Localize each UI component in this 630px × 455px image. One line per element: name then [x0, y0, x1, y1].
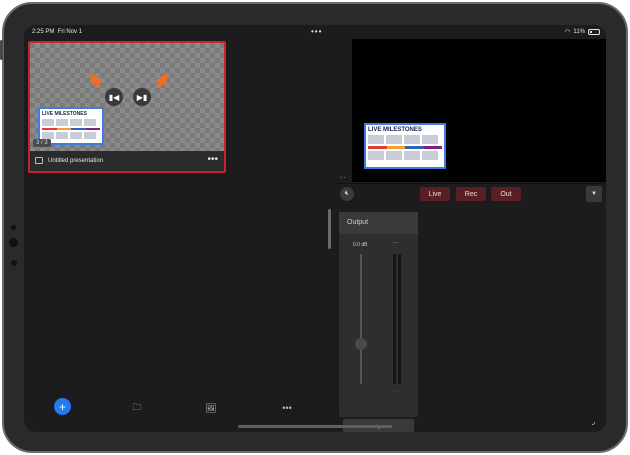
- plus-icon: +: [58, 399, 66, 414]
- program-slide-title: LIVE MILESTONES: [368, 127, 422, 133]
- level-meter-left: [393, 254, 396, 384]
- chevron-down-icon: ▼: [591, 191, 597, 197]
- out-button[interactable]: Out: [491, 187, 521, 201]
- presentation-icon: [35, 157, 43, 164]
- presentation-title: Untitled presentation: [48, 158, 104, 164]
- panel-resize-handle[interactable]: [328, 209, 331, 249]
- volume-fader-track[interactable]: [360, 254, 362, 384]
- live-button[interactable]: Live: [420, 187, 450, 201]
- meter-label-bottom: - -: [393, 388, 397, 393]
- status-bar: 2:25 PM Fri Nov 1 ••• ◠ 11%: [24, 25, 606, 39]
- slide-thumbnail-title: LIVE MILESTONES: [42, 111, 87, 117]
- meter-label-top: - -: [393, 240, 398, 246]
- status-right: ◠ 11%: [564, 28, 600, 36]
- image-icon: 🖼︎: [205, 402, 217, 413]
- output-title: Output: [339, 212, 418, 234]
- folder-icon: 🗀︎: [132, 402, 142, 412]
- presentation-more-button[interactable]: •••: [207, 154, 218, 165]
- camera-dot: [11, 225, 16, 230]
- screen: 2:25 PM Fri Nov 1 ••• ◠ 11% ▮◀ ▶▮ LIVE M…: [24, 25, 606, 432]
- program-slide-thumbnail: LIVE MILESTONES: [364, 123, 446, 169]
- speaker-muted-icon: 🔇︎: [344, 190, 350, 197]
- status-time: 2:25 PM Fri Nov 1: [32, 29, 83, 35]
- presentation-card[interactable]: ▮◀ ▶▮ LIVE MILESTONES 3 / 3 Untitled pre…: [28, 41, 226, 173]
- files-button[interactable]: 🗀︎: [128, 399, 146, 417]
- output-level: 0.0 dB: [353, 242, 368, 248]
- level-meter-right: [398, 254, 401, 384]
- top-button: [0, 40, 3, 60]
- skip-forward-icon: ▶▮: [136, 92, 148, 102]
- battery-icon: [588, 29, 600, 35]
- more-button[interactable]: •••: [278, 399, 296, 417]
- add-source-button[interactable]: +: [54, 398, 71, 415]
- wifi-icon: ◠: [564, 29, 571, 36]
- volume-fader-knob[interactable]: [355, 338, 367, 350]
- output-panel: Output 0.0 dB - - - - 🔇︎: [339, 212, 418, 432]
- next-slide-button[interactable]: ▶▮: [133, 88, 151, 106]
- side-button-small: [11, 260, 17, 266]
- skip-back-icon: ▮◀: [108, 92, 120, 102]
- multitask-dots[interactable]: •••: [311, 27, 322, 36]
- options-dropdown-button[interactable]: ▼: [586, 186, 602, 202]
- program-preview: LIVE MILESTONES: [352, 39, 606, 182]
- home-indicator[interactable]: [238, 425, 392, 428]
- slide-counter: 3 / 3: [33, 139, 51, 147]
- mute-monitor-button[interactable]: 🔇︎: [340, 187, 354, 201]
- orange-arrow-right-icon: [154, 72, 168, 87]
- orange-arrow-left-icon: [90, 72, 104, 87]
- battery-percent: 11%: [573, 29, 585, 35]
- previous-slide-button[interactable]: ▮◀: [105, 88, 123, 106]
- photos-button[interactable]: 🖼︎: [202, 399, 220, 417]
- rec-button[interactable]: Rec: [456, 187, 486, 201]
- preview-handle[interactable]: - -: [340, 175, 346, 181]
- resize-corner-icon[interactable]: ◞: [592, 417, 602, 427]
- side-button-large: [9, 238, 18, 247]
- presentation-footer: Untitled presentation •••: [30, 151, 224, 171]
